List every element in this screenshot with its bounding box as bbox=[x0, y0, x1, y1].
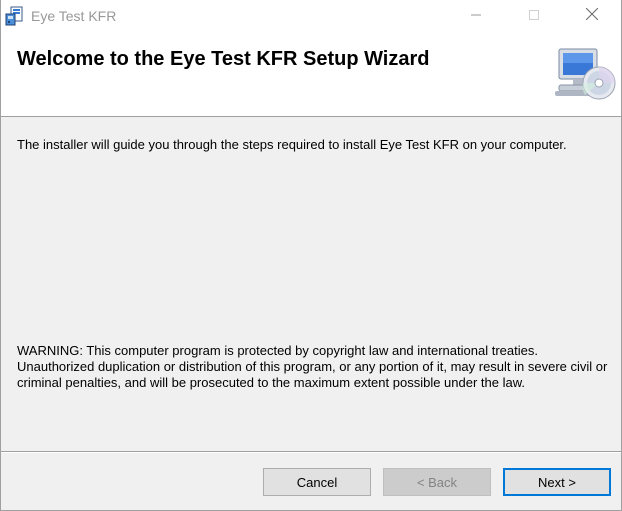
close-button[interactable] bbox=[569, 0, 615, 32]
footer-separator-highlight bbox=[1, 452, 621, 453]
intro-text: The installer will guide you through the… bbox=[17, 137, 567, 152]
window-title: Eye Test KFR bbox=[31, 8, 117, 24]
title-bar[interactable]: Eye Test KFR bbox=[1, 0, 621, 32]
cancel-button[interactable]: Cancel bbox=[263, 468, 371, 496]
wizard-banner: Welcome to the Eye Test KFR Setup Wizard bbox=[1, 32, 621, 117]
minimize-icon bbox=[471, 7, 481, 25]
close-icon bbox=[585, 7, 599, 25]
next-button[interactable]: Next > bbox=[503, 468, 611, 496]
installer-app-icon bbox=[5, 6, 25, 26]
maximize-button[interactable] bbox=[511, 0, 557, 32]
copyright-warning: WARNING: This computer program is protec… bbox=[17, 343, 608, 390]
setup-wizard-window: Eye Test KFR Welcome to the Eye Test KFR… bbox=[0, 0, 622, 511]
minimize-button[interactable] bbox=[453, 0, 499, 32]
back-button[interactable]: < Back bbox=[383, 468, 491, 496]
computer-disc-icon bbox=[555, 47, 617, 103]
wizard-heading: Welcome to the Eye Test KFR Setup Wizard bbox=[17, 48, 430, 70]
maximize-icon bbox=[529, 7, 539, 25]
